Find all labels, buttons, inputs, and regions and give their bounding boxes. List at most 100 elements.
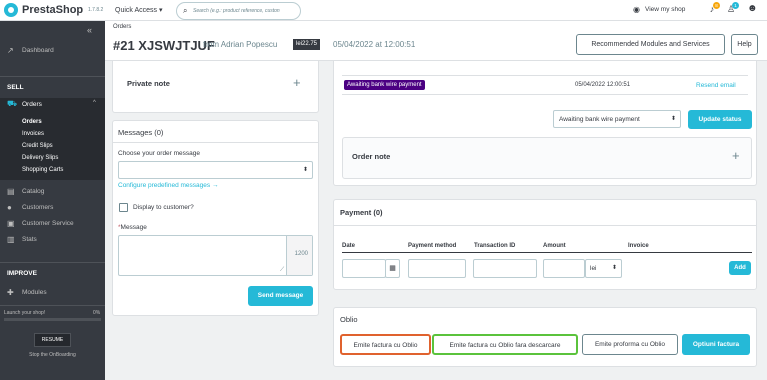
submenu-item-credit-slips[interactable]: Credit Slips (22, 143, 53, 149)
send-message-button[interactable]: Send message (248, 286, 313, 306)
resume-button[interactable]: RESUME (34, 333, 71, 347)
order-total-badge: lei22.75 (293, 39, 321, 50)
orders-notification-badge: 8 (713, 2, 720, 9)
emite-factura-button[interactable]: Emite factura cu Oblio (340, 334, 431, 355)
choose-message-label: Choose your order message (118, 150, 201, 157)
display-to-customer-checkbox[interactable] (119, 203, 128, 212)
top-bar: PrestaShop 1.7.8.2 Quick Access ▾ ⌕ Sear… (0, 0, 767, 21)
messages-card: Messages (0) Choose your order message ⬍… (112, 120, 319, 316)
order-status-select[interactable]: Awaiting bank wire payment ⬍ (553, 110, 681, 128)
view-my-shop-link[interactable]: View my shop (645, 6, 685, 13)
order-status-card: Awaiting bank wire payment 05/04/2022 12… (333, 61, 757, 186)
message-label-text: Message (120, 224, 147, 231)
plus-icon[interactable]: + (732, 148, 740, 163)
search-input[interactable]: ⌕ Search (e.g.: product reference, custo… (176, 2, 301, 20)
payment-method-input[interactable] (408, 259, 466, 278)
sidebar-item-label: Catalog (22, 188, 45, 195)
select-arrows-icon: ⬍ (302, 167, 308, 173)
puzzle-icon: ✚ (7, 288, 14, 297)
column-header-payment-method: Payment method (408, 243, 457, 249)
submenu-item-delivery-slips[interactable]: Delivery Slips (22, 155, 58, 161)
optiuni-factura-button[interactable]: Optiuni factura (682, 334, 750, 355)
currency-select[interactable]: lei ⬍ (585, 259, 622, 278)
private-note-card: Private note + (112, 61, 319, 113)
resize-handle-icon[interactable]: ⟋ (280, 267, 284, 274)
payment-card: Payment (0) Date Payment method Transact… (333, 199, 757, 290)
column-header-amount: Amount (543, 243, 566, 249)
divider (334, 225, 756, 226)
update-status-button[interactable]: Update status (688, 110, 752, 129)
section-improve: IMPROVE (7, 270, 37, 277)
sidebar-item-customers[interactable]: ● Customers (0, 201, 105, 215)
char-counter: 1200 (294, 251, 308, 257)
calendar-icon[interactable]: ▦ (385, 259, 400, 278)
search-placeholder: Search (e.g.: product reference, custon (193, 8, 280, 14)
divider (342, 75, 748, 76)
account-circle-icon: ● (7, 203, 12, 212)
version-label: 1.7.8.2 (88, 7, 104, 13)
launch-progress-percent: 0% (93, 310, 101, 316)
display-to-customer-label: Display to customer? (133, 204, 194, 211)
help-button[interactable]: Help (731, 34, 758, 55)
status-date: 05/04/2022 12:00:51 (575, 82, 631, 88)
currency-value: lei (590, 265, 597, 272)
prestashop-logo-icon[interactable] (4, 3, 18, 17)
order-message-select[interactable]: ⬍ (118, 161, 313, 179)
emite-factura-fara-descarcare-button[interactable]: Emite factura cu Oblio fara descarcare (432, 334, 578, 355)
collapse-sidebar-icon[interactable]: « (87, 25, 92, 35)
logo-text[interactable]: PrestaShop (22, 4, 83, 16)
breadcrumb[interactable]: Orders (113, 24, 131, 30)
arrow-right-icon: → (211, 182, 219, 189)
sidebar-item-label: Customers (22, 204, 54, 211)
emite-proforma-button[interactable]: Emite proforma cu Oblio (582, 334, 678, 355)
column-header-transaction-id: Transaction ID (474, 243, 516, 249)
recommended-modules-button[interactable]: Recommended Modules and Services (576, 34, 725, 55)
select-arrows-icon: ⬍ (611, 265, 617, 271)
sidebar-item-label: Customer Service (22, 220, 74, 227)
section-sell: SELL (7, 84, 24, 91)
order-status-value: Awaiting bank wire payment (559, 116, 640, 123)
bar-chart-icon: ▥ (7, 235, 15, 244)
configure-messages-link[interactable]: Configure predefined messages → (118, 182, 218, 189)
status-badge: Awaiting bank wire payment (344, 80, 425, 90)
oblio-title: Oblio (340, 315, 358, 324)
quick-access-dropdown[interactable]: Quick Access ▾ (115, 6, 162, 14)
order-date: 05/04/2022 at 12:00:51 (333, 40, 416, 49)
submenu-item-invoices[interactable]: Invoices (22, 131, 44, 137)
divider (0, 262, 105, 263)
divider (113, 142, 318, 143)
private-note-title: Private note (127, 79, 170, 88)
stop-onboarding-link[interactable]: Stop the OnBoarding (0, 352, 105, 358)
launch-progress-bar (4, 318, 101, 321)
order-note-title: Order note (352, 152, 391, 161)
amount-input[interactable] (543, 259, 585, 278)
sidebar-item-customer-service[interactable]: ▣ Customer Service (0, 217, 105, 231)
sidebar-item-catalog[interactable]: ▤ Catalog (0, 185, 105, 199)
resend-email-link[interactable]: Resend email (696, 82, 736, 89)
sidebar-item-label: Modules (22, 289, 47, 296)
divider (0, 305, 105, 306)
configure-messages-text: Configure predefined messages (118, 182, 211, 189)
transaction-id-input[interactable] (473, 259, 537, 278)
sidebar-item-dashboard[interactable]: ↗ Dashboard (0, 44, 105, 58)
divider (0, 76, 105, 77)
chat-icon: ▣ (7, 219, 15, 228)
search-icon: ⌕ (183, 6, 188, 15)
user-avatar-icon[interactable]: ☻ (747, 4, 758, 14)
table-header-rule (342, 252, 752, 253)
sidebar-item-label: Orders (22, 101, 42, 108)
payment-date-input[interactable] (342, 259, 386, 278)
plus-icon[interactable]: + (293, 75, 301, 90)
sidebar-item-modules[interactable]: ✚ Modules (0, 286, 105, 300)
sidebar-item-stats[interactable]: ▥ Stats (0, 233, 105, 247)
launch-shop-label: Launch your shop! (4, 310, 46, 316)
eye-icon: ◉ (633, 5, 640, 14)
add-payment-button[interactable]: Add (729, 261, 751, 275)
page-header: Orders #21 XJSWJTJUF from Adrian Popescu… (105, 21, 767, 61)
submenu-item-orders[interactable]: Orders (22, 119, 42, 125)
customers-notification-badge: 1 (732, 2, 739, 9)
message-textarea[interactable]: 1200 ⟋ (118, 235, 313, 276)
message-label: *Message (118, 224, 147, 231)
payment-title: Payment (0) (340, 208, 383, 217)
submenu-item-shopping-carts[interactable]: Shopping Carts (22, 167, 63, 173)
